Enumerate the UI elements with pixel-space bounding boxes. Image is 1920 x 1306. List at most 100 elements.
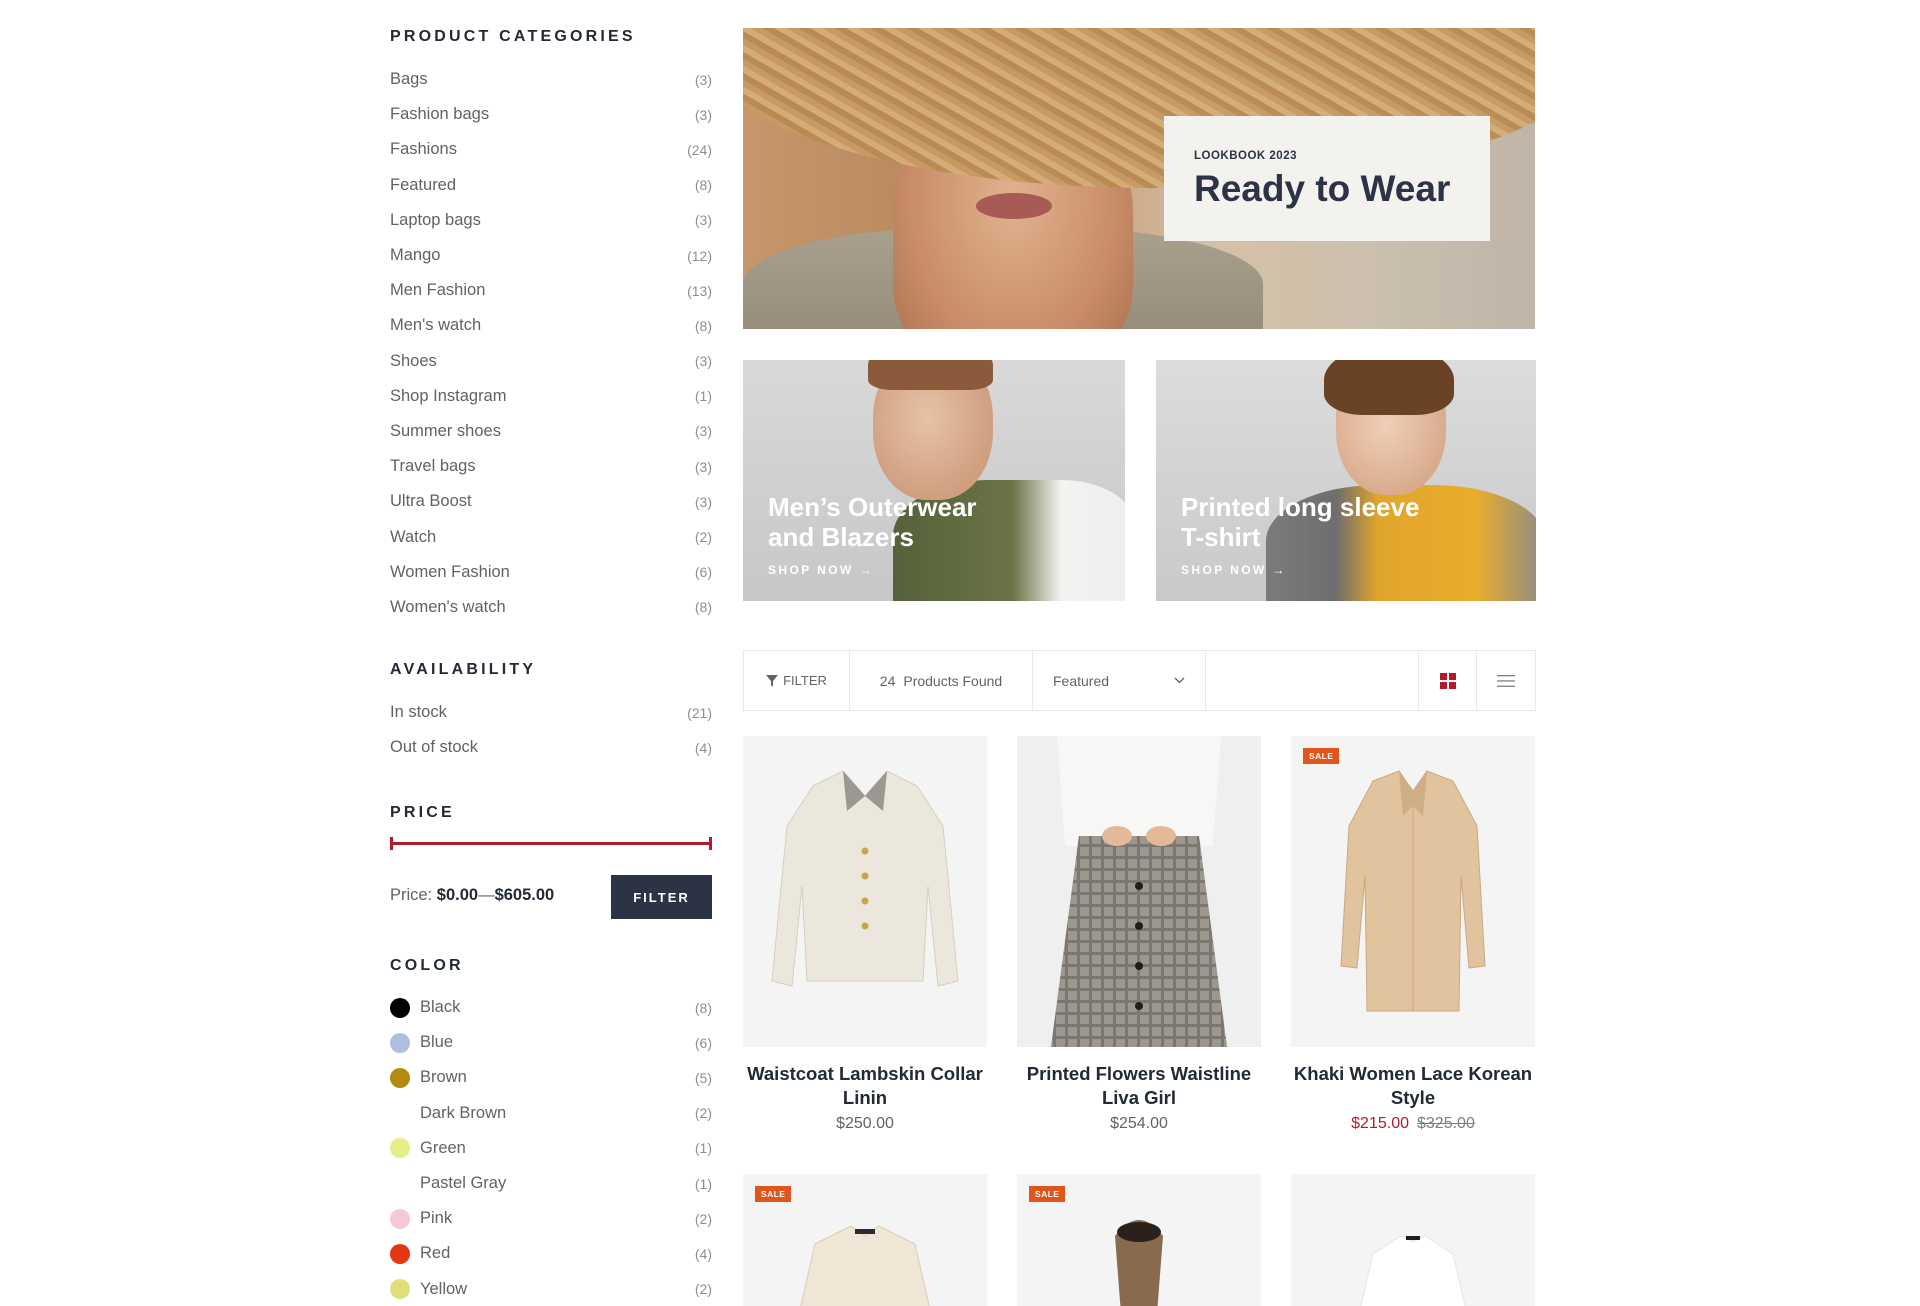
availability-label: In stock [390, 703, 447, 722]
color-item-yellow[interactable]: Yellow (2) [390, 1272, 712, 1306]
category-count: (12) [687, 247, 712, 264]
category-item-summer-shoes[interactable]: Summer shoes (3) [390, 414, 712, 449]
color-swatch [390, 1067, 410, 1088]
price-max-handle[interactable] [709, 837, 712, 850]
category-label: Travel bags [390, 457, 476, 476]
product-name[interactable]: Printed Flowers Waistline Liva Girl [1017, 1062, 1261, 1110]
availability-item-out-of-stock[interactable]: Out of stock (4) [390, 730, 712, 765]
promo-banner-printed-tshirt[interactable]: Printed long sleeve T-shirt SHOP NOW → [1156, 360, 1536, 601]
category-count: (3) [694, 212, 712, 229]
color-label: Green [420, 1138, 466, 1157]
promo-banner-mens-outerwear[interactable]: Men’s Outerwear and Blazers SHOP NOW → [743, 360, 1125, 601]
category-item-travel-bags[interactable]: Travel bags (3) [390, 449, 712, 484]
category-label: Men Fashion [390, 281, 486, 300]
availability-label: Out of stock [390, 738, 479, 757]
category-item-men-fashion[interactable]: Men Fashion (13) [390, 273, 712, 308]
category-item-women-fashion[interactable]: Women Fashion (6) [390, 555, 712, 590]
category-label: Women Fashion [390, 562, 510, 581]
products-found-label: Products Found [903, 672, 1003, 689]
category-item-mango[interactable]: Mango (12) [390, 238, 712, 273]
category-list: Bags (3) Fashion bags (3) Fashions (24) Fea… [390, 62, 712, 625]
color-item-pastel-gray[interactable]: Pastel Gray (1) [390, 1166, 712, 1201]
jacket-image [771, 770, 959, 987]
category-item-fashion-bags[interactable]: Fashion bags (3) [390, 97, 712, 132]
product-name[interactable]: Waistcoat Lambskin Collar Linin [743, 1062, 987, 1110]
price-filter-button[interactable]: FILTER [611, 875, 712, 919]
product-image[interactable]: SALE [1291, 736, 1535, 1047]
color-label: Yellow [420, 1279, 468, 1298]
sale-badge: SALE [755, 1186, 792, 1202]
product-card[interactable] [1291, 1174, 1535, 1306]
category-count: (8) [694, 177, 712, 194]
color-count: (6) [694, 1034, 712, 1051]
filter-toggle-button[interactable]: FILTER [744, 651, 850, 710]
color-item-brown[interactable]: Brown (5) [390, 1060, 712, 1095]
color-item-black[interactable]: Black (8) [390, 990, 712, 1025]
color-label: Blue [420, 1033, 454, 1052]
product-image[interactable] [1017, 736, 1261, 1047]
sort-select[interactable]: Featured [1033, 651, 1206, 710]
shop-now-link[interactable]: SHOP NOW → [1181, 563, 1287, 577]
category-item-mens-watch[interactable]: Men's watch (8) [390, 308, 712, 343]
category-item-womens-watch[interactable]: Women's watch (8) [390, 590, 712, 625]
category-item-bags[interactable]: Bags (3) [390, 62, 712, 97]
category-item-ultra-boost[interactable]: Ultra Boost (3) [390, 484, 712, 519]
category-count: (3) [694, 423, 712, 440]
product-name[interactable]: Khaki Women Lace Korean Style [1291, 1062, 1535, 1110]
category-item-shoes[interactable]: Shoes (3) [390, 344, 712, 379]
category-item-laptop-bags[interactable]: Laptop bags (3) [390, 203, 712, 238]
categories-title: PRODUCT CATEGORIES [390, 28, 636, 45]
funnel-icon [766, 674, 779, 687]
color-item-red[interactable]: Red (4) [390, 1236, 712, 1271]
hero-eyebrow: LOOKBOOK 2023 [1194, 150, 1297, 162]
category-count: (8) [694, 317, 712, 334]
product-card[interactable]: Waistcoat Lambskin Collar Linin $250.00 [743, 736, 987, 1133]
category-item-fashions[interactable]: Fashions (24) [390, 132, 712, 167]
availability-item-in-stock[interactable]: In stock (21) [390, 695, 712, 730]
price-label: Price: [390, 886, 433, 904]
list-view-button[interactable] [1477, 651, 1535, 710]
grid-view-button[interactable] [1419, 651, 1477, 710]
product-image[interactable] [743, 736, 987, 1047]
color-item-dark-brown[interactable]: Dark Brown (2) [390, 1096, 712, 1131]
color-label: Dark Brown [420, 1103, 507, 1122]
color-item-green[interactable]: Green (1) [390, 1131, 712, 1166]
color-count: (8) [694, 999, 712, 1016]
category-label: Mango [390, 246, 441, 265]
color-label: Pastel Gray [420, 1174, 507, 1193]
product-image[interactable]: SALE [1017, 1174, 1261, 1306]
color-swatch [390, 997, 410, 1018]
price-range-slider[interactable] [390, 837, 712, 850]
hero-title: Ready to Wear [1194, 168, 1451, 209]
color-item-blue[interactable]: Blue (6) [390, 1025, 712, 1060]
list-view-icon [1497, 674, 1515, 687]
category-item-watch[interactable]: Watch (2) [390, 519, 712, 554]
category-count: (3) [694, 353, 712, 370]
product-card[interactable]: SALE [1017, 1174, 1261, 1306]
category-item-shop-instagram[interactable]: Shop Instagram (1) [390, 379, 712, 414]
product-card[interactable]: SALE [743, 1174, 987, 1306]
category-item-featured[interactable]: Featured (8) [390, 168, 712, 203]
color-swatch [390, 1138, 410, 1159]
shop-now-link[interactable]: SHOP NOW → [768, 563, 874, 577]
hero-banner[interactable]: LOOKBOOK 2023 Ready to Wear [743, 28, 1535, 329]
promo-photo-hair [1324, 360, 1454, 415]
product-image[interactable]: SALE [743, 1174, 987, 1306]
price-old: $325.00 [1417, 1115, 1475, 1132]
products-toolbar: FILTER 24 Products Found Featured [743, 650, 1536, 711]
color-swatch [390, 1174, 410, 1194]
category-count: (3) [694, 106, 712, 123]
color-count: (4) [694, 1245, 712, 1262]
category-label: Men's watch [390, 316, 482, 335]
price-max-value: $605.00 [494, 886, 555, 904]
color-item-pink[interactable]: Pink (2) [390, 1201, 712, 1236]
color-swatch [390, 1208, 410, 1229]
category-label: Fashion bags [390, 105, 490, 124]
price-min-handle[interactable] [390, 837, 393, 850]
product-card[interactable]: Printed Flowers Waistline Liva Girl $254… [1017, 736, 1261, 1133]
category-label: Watch [390, 527, 437, 546]
category-count: (1) [694, 388, 712, 405]
product-card[interactable]: SALE Khaki Women Lace Korean Style $215.… [1291, 736, 1535, 1133]
product-image[interactable] [1291, 1174, 1535, 1306]
category-count: (24) [687, 141, 712, 158]
